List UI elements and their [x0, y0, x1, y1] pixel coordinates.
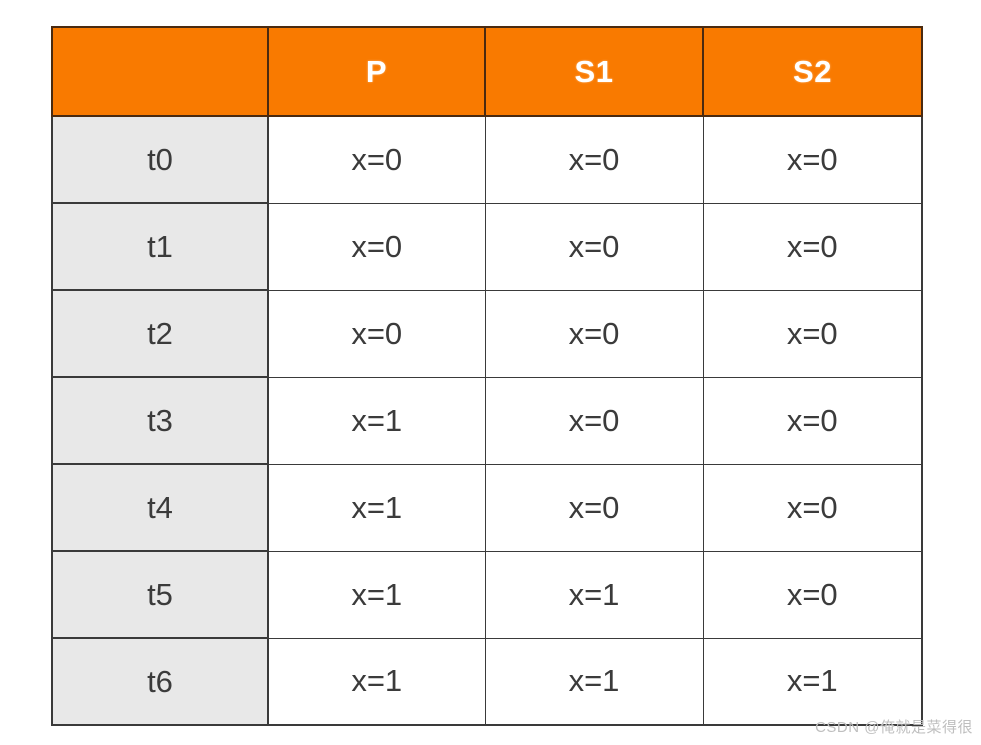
header-row: P S1 S2 [51, 26, 923, 117]
table-row: t2 x=0 x=0 x=0 [51, 289, 923, 378]
cell-t2-p: x=0 [267, 289, 486, 378]
cell-t6-p: x=1 [267, 637, 486, 726]
table-row: t0 x=0 x=0 x=0 [51, 115, 923, 204]
cell-t0-s1: x=0 [484, 115, 704, 204]
cell-t5-p: x=1 [267, 550, 486, 639]
row-label-t1: t1 [51, 202, 269, 291]
header-cell-s1: S1 [484, 26, 704, 117]
cell-t1-s1: x=0 [484, 202, 704, 291]
process-state-table: P S1 S2 t0 x=0 x=0 x=0 t1 x=0 x=0 x=0 t2… [51, 26, 923, 726]
cell-t6-s1: x=1 [484, 637, 704, 726]
row-label-t6: t6 [51, 637, 269, 726]
table-header: P S1 S2 [51, 26, 923, 117]
cell-t3-s2: x=0 [702, 376, 923, 465]
cell-t6-s2: x=1 [702, 637, 923, 726]
cell-t3-s1: x=0 [484, 376, 704, 465]
cell-t1-p: x=0 [267, 202, 486, 291]
header-cell-corner [51, 26, 269, 117]
row-label-t3: t3 [51, 376, 269, 465]
cell-t5-s1: x=1 [484, 550, 704, 639]
table-row: t6 x=1 x=1 x=1 [51, 637, 923, 726]
cell-t1-s2: x=0 [702, 202, 923, 291]
row-label-t0: t0 [51, 115, 269, 204]
cell-t2-s2: x=0 [702, 289, 923, 378]
cell-t0-s2: x=0 [702, 115, 923, 204]
row-label-t2: t2 [51, 289, 269, 378]
cell-t4-s1: x=0 [484, 463, 704, 552]
header-cell-p: P [267, 26, 486, 117]
cell-t3-p: x=1 [267, 376, 486, 465]
cell-t5-s2: x=0 [702, 550, 923, 639]
table-row: t4 x=1 x=0 x=0 [51, 463, 923, 552]
table-body: t0 x=0 x=0 x=0 t1 x=0 x=0 x=0 t2 x=0 x=0… [51, 115, 923, 726]
header-cell-s2: S2 [702, 26, 923, 117]
table-row: t1 x=0 x=0 x=0 [51, 202, 923, 291]
table-row: t5 x=1 x=1 x=0 [51, 550, 923, 639]
table-row: t3 x=1 x=0 x=0 [51, 376, 923, 465]
cell-t0-p: x=0 [267, 115, 486, 204]
csdn-watermark: CSDN @俺就是菜得很 [815, 719, 973, 736]
state-table-container: P S1 S2 t0 x=0 x=0 x=0 t1 x=0 x=0 x=0 t2… [51, 26, 923, 726]
row-label-t5: t5 [51, 550, 269, 639]
cell-t2-s1: x=0 [484, 289, 704, 378]
cell-t4-s2: x=0 [702, 463, 923, 552]
cell-t4-p: x=1 [267, 463, 486, 552]
row-label-t4: t4 [51, 463, 269, 552]
